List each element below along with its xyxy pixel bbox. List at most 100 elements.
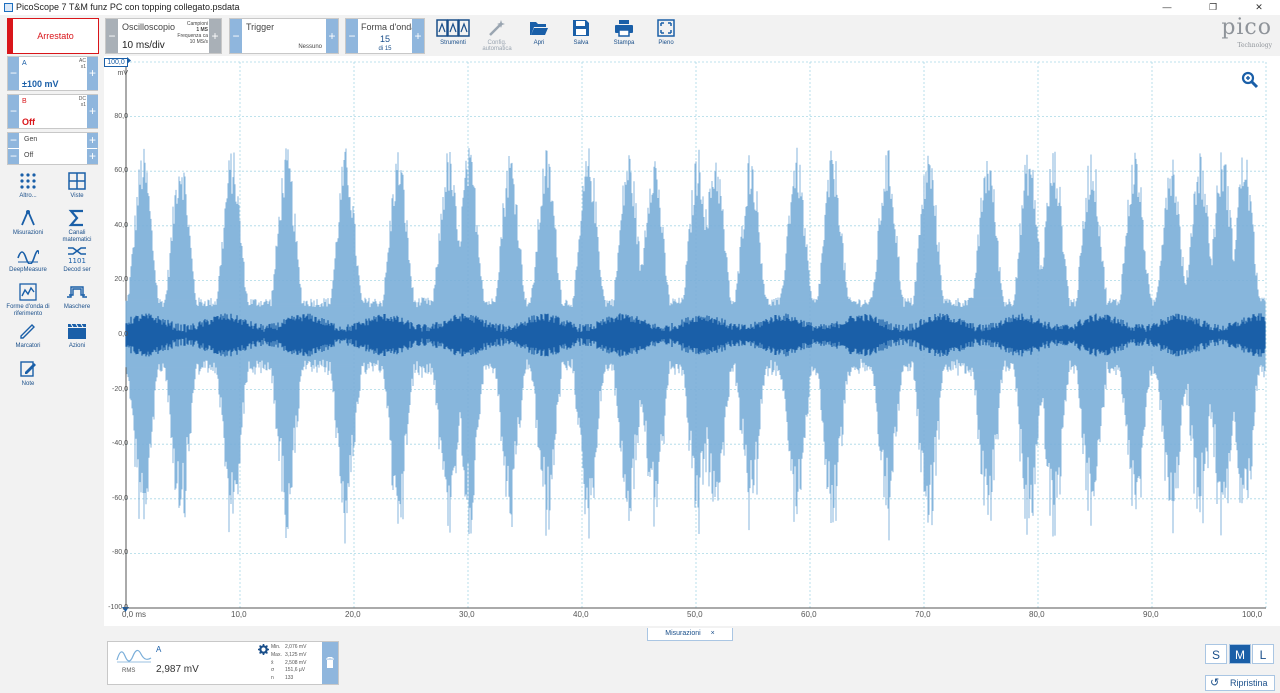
stat-count-value: 133 (285, 675, 294, 682)
x-tick-label: 40,0 (573, 610, 589, 619)
stat-count-label: n (271, 675, 274, 682)
x-tick-label: 100,0 (1242, 610, 1263, 619)
generator-state[interactable]: Off (24, 152, 33, 159)
marker-icon (20, 324, 35, 339)
tool-views[interactable]: Viste (54, 172, 100, 200)
scope-view[interactable]: 100,0 mV 80,0 60,0 40,0 20,0 0,0 -20,0 -40,0 -6… (104, 56, 1280, 626)
autoconfig-button[interactable]: Config. automatica (475, 17, 519, 53)
waveform-next-button[interactable]: + (412, 19, 424, 53)
close-icon[interactable]: ✕ (1236, 0, 1280, 15)
reset-button[interactable]: ↺ Ripristina (1205, 675, 1275, 691)
timebase-decrease-button[interactable]: − (106, 19, 118, 53)
run-stop-button[interactable]: Arrestato (7, 18, 99, 54)
delete-measurement-button[interactable] (322, 642, 338, 684)
measurements-tab[interactable]: Misurazioni × (647, 628, 733, 641)
measurement-channel: A (156, 645, 162, 654)
x-tick-label: 90,0 (1143, 610, 1159, 619)
tool-deepmeasure[interactable]: DeepMeasure (5, 246, 51, 274)
tool-measurements[interactable]: Misurazioni (5, 209, 51, 237)
reset-label: Ripristina (1230, 678, 1268, 688)
generator-decrease[interactable]: − (8, 133, 19, 148)
channel-b-range[interactable]: Off (22, 117, 35, 127)
y-tick-label: 80,0 (114, 112, 128, 120)
channel-a-range-increase[interactable]: + (87, 57, 98, 90)
trigger-prev-button[interactable]: − (230, 19, 242, 53)
tools-icon (436, 19, 470, 37)
waveform-prev-button[interactable]: − (346, 19, 358, 53)
close-tab-icon[interactable]: × (711, 630, 715, 637)
save-button[interactable]: Salva (559, 17, 603, 53)
measurement-card[interactable]: RMS A 2,987 mV Min. 2,076 mV Max. 3,125 mV… (107, 641, 339, 685)
rms-wave-icon (116, 649, 152, 663)
minimize-icon[interactable]: — (1144, 0, 1190, 15)
size-small-button[interactable]: S (1205, 644, 1227, 664)
timebase-value[interactable]: 10 ms/div (122, 40, 165, 51)
y-tick-label: -80,0 (112, 549, 128, 557)
trigger-value[interactable]: Nessuno (270, 44, 322, 50)
trigger-next-button[interactable]: + (326, 19, 338, 53)
measurement-stats: Min. 2,076 mV Max. 3,125 mV x̄ 2,508 mV σ 15… (271, 644, 306, 683)
trigger-title: Trigger (246, 22, 275, 32)
zoom-icon[interactable] (1241, 71, 1259, 89)
scope-title: Oscilloscopio (122, 22, 176, 32)
channel-b-name: B (22, 98, 27, 105)
tool-notes[interactable]: Note (5, 360, 51, 388)
measurement-value: 2,987 mV (156, 664, 199, 675)
channel-a-range-decrease[interactable]: − (8, 57, 19, 90)
channel-b-control[interactable]: − B DC x1 Off + (7, 94, 98, 129)
stat-max-label: Max. (271, 651, 282, 658)
left-panel: − A AC x1 ±100 mV + − B DC x1 Off + − − Ge… (0, 56, 104, 693)
maximize-icon[interactable]: ❐ (1190, 0, 1236, 15)
x-tick-label: 20,0 (345, 610, 361, 619)
channel-b-range-decrease[interactable]: − (8, 95, 19, 128)
x-tick-label: 10,0 (231, 610, 247, 619)
x-tick-label: 50,0 (687, 610, 703, 619)
generator-state-decrease[interactable]: − (8, 149, 19, 164)
tool-serial-label: Decod ser (63, 267, 91, 273)
channel-b-range-increase[interactable]: + (87, 95, 98, 128)
x-tick-label: 60,0 (801, 610, 817, 619)
tool-views-label: Viste (70, 193, 84, 199)
tool-serial-decode[interactable]: 1101 Decod ser (54, 246, 100, 274)
fullscreen-button[interactable]: Pieno (644, 17, 688, 53)
tool-math-label: Canali matematici (62, 230, 92, 243)
waveform-index[interactable]: 15 (358, 34, 412, 44)
tool-math-channels[interactable]: Canali matematici (54, 209, 100, 244)
tools-label: Strumenti (440, 40, 466, 46)
y-axis-top-value[interactable]: 100,0 (104, 58, 128, 67)
measurements-tab-label: Misurazioni (665, 630, 701, 637)
generator-increase[interactable]: + (87, 133, 98, 148)
folder-open-icon (530, 22, 548, 35)
channel-a-probe[interactable]: x1 (81, 64, 86, 70)
x-tick-label: 80,0 (1029, 610, 1045, 619)
size-medium-button[interactable]: M (1229, 644, 1251, 664)
open-label: Apri (533, 40, 545, 46)
tool-actions[interactable]: Azioni (54, 322, 100, 350)
scope-plot[interactable] (104, 56, 1280, 626)
tool-reference-waveforms[interactable]: Forme d'onda di riferimento (5, 283, 51, 318)
print-button[interactable]: Stampa (602, 17, 646, 53)
generator-control[interactable]: − − Gen Off + + (7, 132, 98, 165)
tool-markers[interactable]: Marcatori (5, 322, 51, 350)
mask-icon (67, 286, 87, 298)
tool-masks[interactable]: Maschere (54, 283, 100, 311)
channel-a-range[interactable]: ±100 mV (22, 79, 58, 89)
generator-state-increase[interactable]: + (87, 149, 98, 164)
fullscreen-icon (657, 19, 675, 37)
pico-logo: pico Technology (1196, 15, 1272, 53)
title-bar: PicoScope 7 T&M funz PC con topping coll… (0, 0, 1280, 15)
tools-button[interactable]: Strumenti (431, 17, 475, 53)
settings-gear-icon[interactable] (258, 644, 269, 655)
reset-icon: ↺ (1210, 677, 1220, 689)
y-tick-label: -20,0 (112, 385, 128, 393)
channel-b-probe[interactable]: x1 (81, 102, 86, 108)
trash-icon (326, 657, 334, 668)
x-tick-label: 70,0 (915, 610, 931, 619)
size-large-button[interactable]: L (1252, 644, 1274, 664)
tool-more[interactable]: Altro... (5, 172, 51, 200)
open-button[interactable]: Apri (517, 17, 561, 53)
y-tick-label: 60,0 (114, 167, 128, 175)
timebase-increase-button[interactable]: + (209, 19, 221, 53)
sigma-icon (68, 209, 83, 227)
channel-a-control[interactable]: − A AC x1 ±100 mV + (7, 56, 98, 91)
